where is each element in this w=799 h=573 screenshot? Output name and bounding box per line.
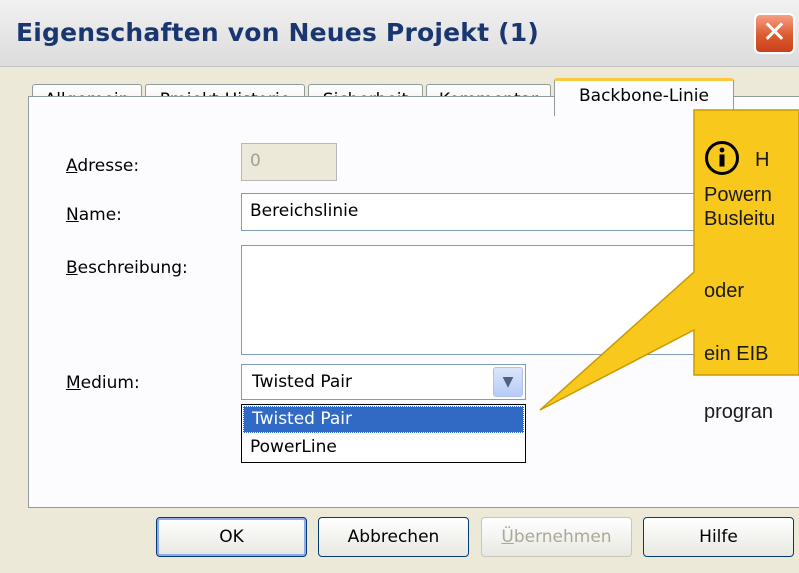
medium-label: Medium:	[66, 373, 140, 393]
callout-line-4: oder	[704, 280, 745, 302]
callout-line-2: Powern	[704, 184, 772, 206]
name-label: Name:	[66, 205, 122, 225]
info-icon	[705, 141, 739, 175]
apply-button[interactable]: Übernehmen	[481, 517, 632, 557]
cancel-button[interactable]: Abbrechen	[318, 517, 469, 557]
help-button[interactable]: Hilfe	[643, 517, 794, 557]
callout-line-6: progran	[704, 401, 773, 423]
medium-options-list[interactable]: Twisted Pair PowerLine	[241, 404, 526, 463]
medium-dropdown[interactable]: Twisted Pair ▼	[241, 364, 526, 400]
adresse-field: 0	[241, 143, 337, 181]
callout-line-3: Busleitu	[704, 208, 776, 230]
medium-option-twisted-pair[interactable]: Twisted Pair	[243, 406, 524, 433]
beschreibung-field[interactable]	[241, 245, 711, 355]
medium-option-powerline[interactable]: PowerLine	[242, 434, 525, 461]
chevron-down-icon[interactable]: ▼	[493, 367, 523, 397]
medium-selected-value: Twisted Pair	[252, 372, 352, 392]
close-icon: ✕	[761, 15, 788, 50]
name-field[interactable]: Bereichslinie	[241, 193, 711, 231]
tab-backbone-linie[interactable]: Backbone-Linie	[554, 78, 734, 116]
beschreibung-label: Beschreibung:	[66, 258, 188, 278]
callout-line-1: H	[755, 149, 770, 171]
callout-line-5: ein EIB	[704, 343, 769, 365]
window-title: Eigenschaften von Neues Projekt (1)	[16, 18, 540, 47]
title-bar: Eigenschaften von Neues Projekt (1) ✕	[0, 0, 799, 67]
ok-button[interactable]: OK	[156, 517, 307, 557]
adresse-label: Adresse:	[66, 156, 140, 176]
close-button[interactable]: ✕	[754, 13, 795, 54]
